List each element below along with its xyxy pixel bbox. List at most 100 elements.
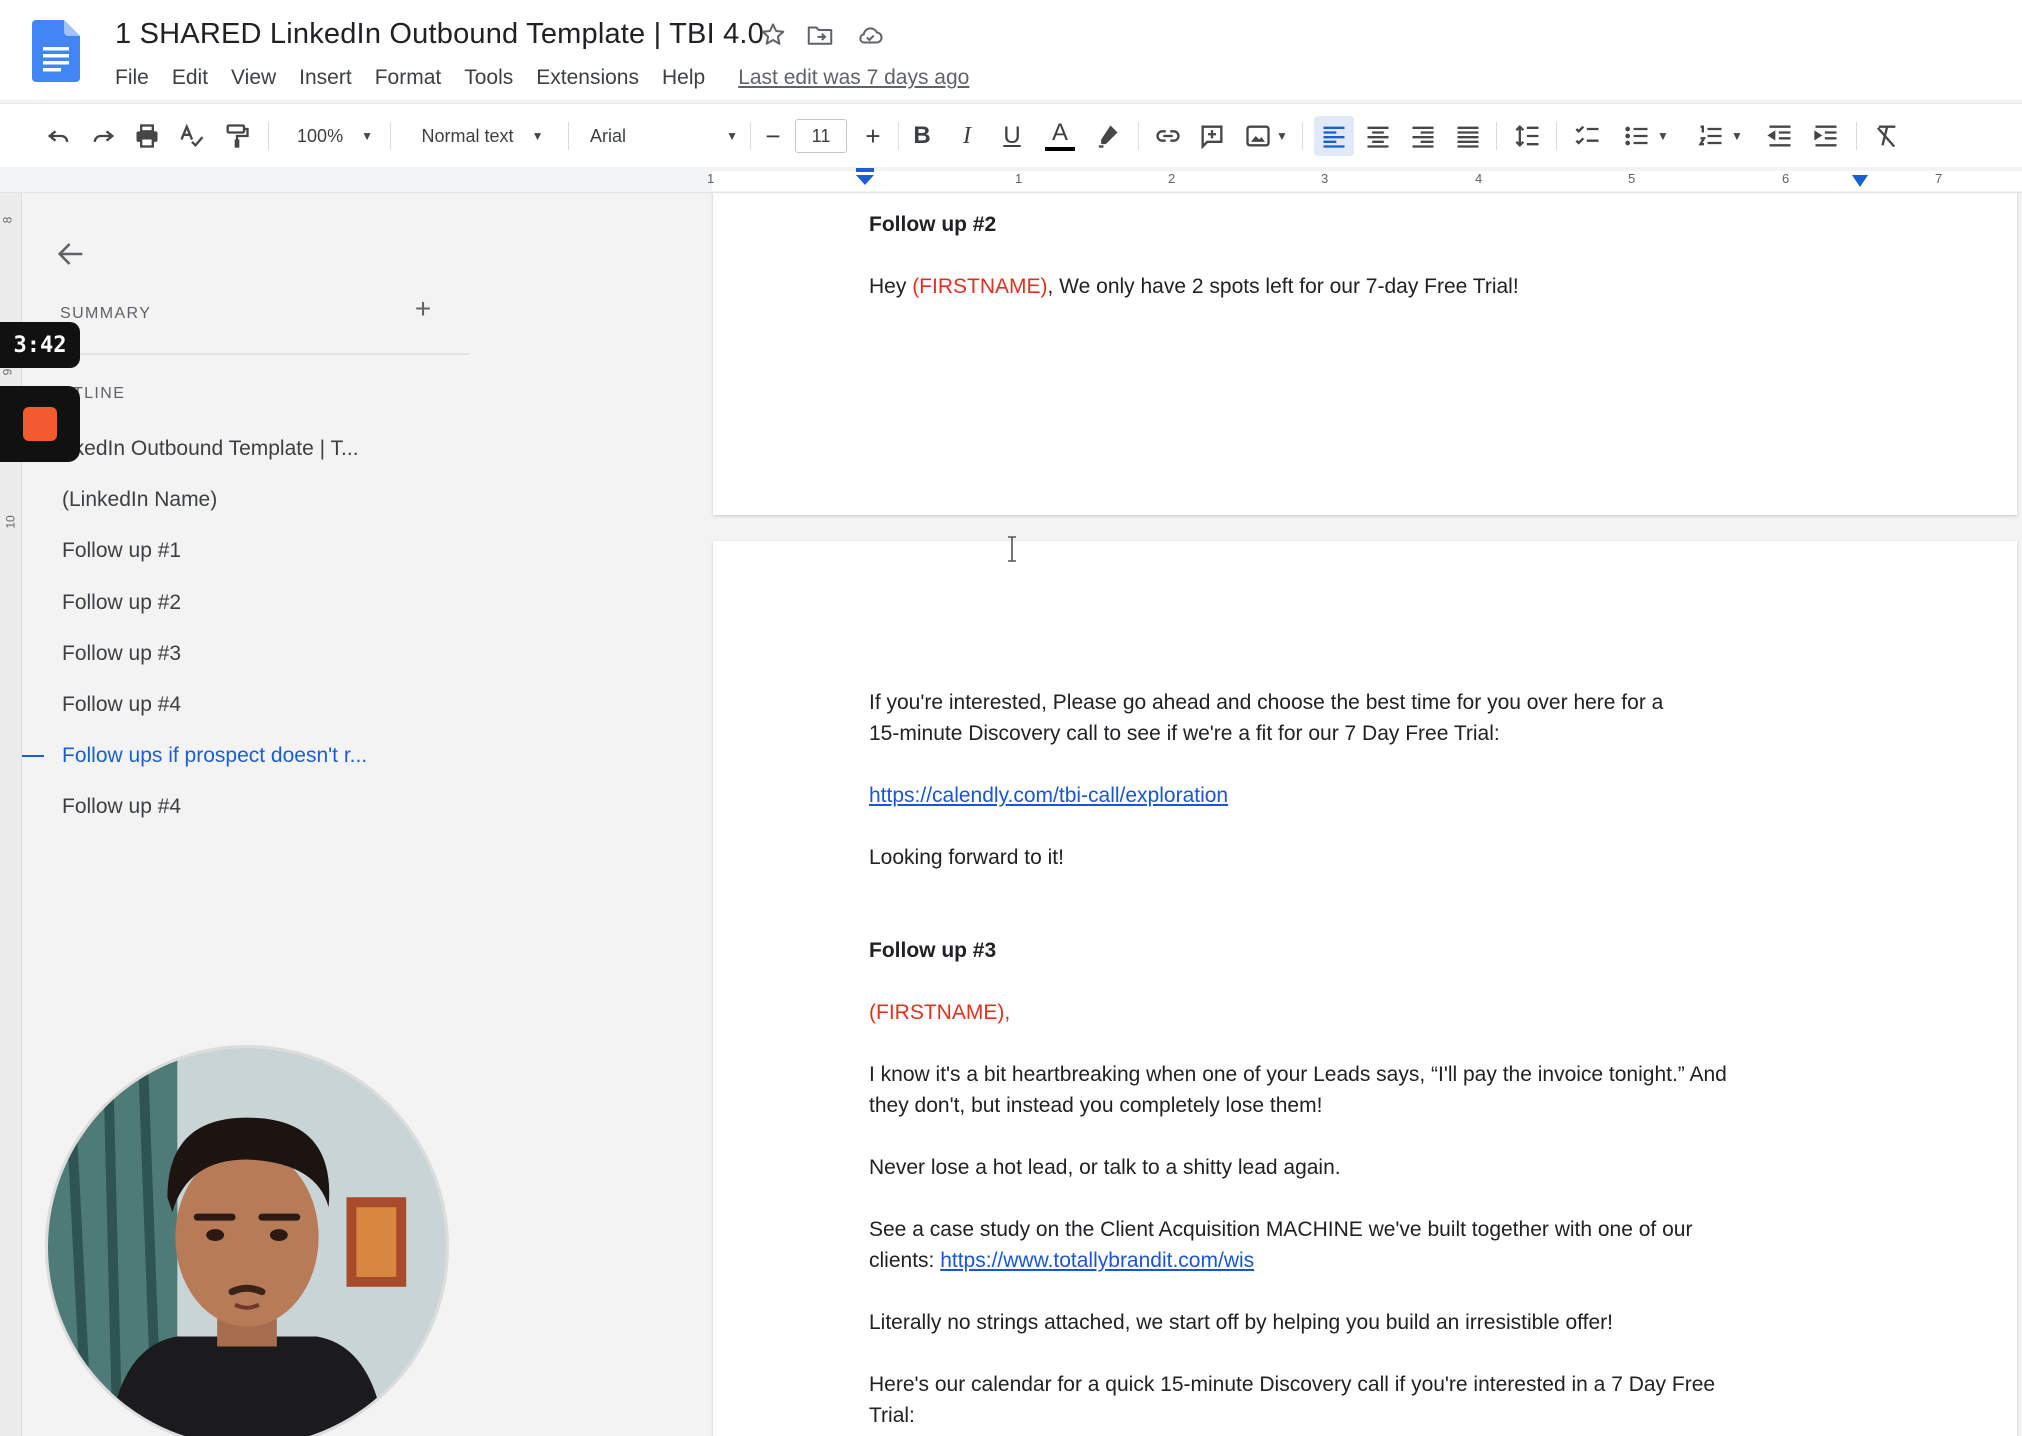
menu-help[interactable]: Help (662, 66, 705, 90)
paragraph[interactable]: Literally no strings attached, we start … (869, 1311, 1613, 1335)
clear-formatting-button[interactable] (1868, 116, 1904, 156)
outline-item[interactable]: (LinkedIn Name) (62, 488, 217, 512)
add-summary-button[interactable]: + (407, 293, 439, 325)
zoom-select[interactable]: 100% ▼ (290, 116, 380, 156)
menu-bar: File Edit View Insert Format Tools Exten… (115, 64, 969, 92)
firstname-variable: (FIRSTNAME) (912, 275, 1048, 298)
redo-icon (93, 130, 115, 143)
app-header: 1 SHARED LinkedIn Outbound Template | TB… (0, 0, 2022, 100)
menu-file[interactable]: File (115, 66, 149, 90)
redo-button[interactable] (86, 116, 120, 156)
outline-item-active[interactable]: Follow ups if prospect doesn't r... (62, 744, 367, 768)
menu-tools[interactable]: Tools (464, 66, 513, 90)
chevron-down-icon: ▼ (1276, 129, 1288, 143)
numbered-list-button[interactable]: ▼ (1690, 116, 1750, 156)
decrease-indent-button[interactable] (1762, 116, 1798, 156)
menu-extensions[interactable]: Extensions (536, 66, 639, 90)
horizontal-ruler[interactable]: 1 1 2 3 4 5 6 7 (0, 167, 2022, 193)
paragraph[interactable]: Looking forward to it! (869, 846, 1064, 870)
right-indent-marker-icon[interactable] (1851, 174, 1869, 188)
comment-icon (1201, 125, 1223, 150)
justify-button[interactable] (1450, 116, 1486, 156)
highlight-color-button[interactable] (1090, 116, 1124, 156)
star-icon[interactable] (758, 20, 788, 50)
document-page[interactable]: If you're interested, Please go ahead an… (713, 541, 2017, 1436)
firstname-variable[interactable]: (FIRSTNAME), (869, 1001, 1010, 1025)
menu-insert[interactable]: Insert (299, 66, 352, 90)
chevron-down-icon: ▼ (1731, 129, 1743, 143)
paint-format-button[interactable] (220, 116, 254, 156)
webcam-bubble[interactable] (45, 1045, 449, 1436)
last-edit-link[interactable]: Last edit was 7 days ago (738, 66, 969, 90)
ruler-number: 2 (1168, 171, 1176, 186)
cloud-saved-icon[interactable] (855, 20, 885, 50)
menu-view[interactable]: View (231, 66, 276, 90)
align-left-button[interactable] (1314, 116, 1354, 156)
heading-follow-up-2[interactable]: Follow up #2 (869, 213, 996, 237)
italic-button[interactable]: I (950, 116, 984, 156)
document-title[interactable]: 1 SHARED LinkedIn Outbound Template | TB… (115, 18, 764, 51)
line-spacing-button[interactable] (1508, 116, 1548, 156)
toolbar-separator (898, 122, 899, 150)
outline-item[interactable]: nkedIn Outbound Template | T... (62, 437, 359, 461)
vertical-ruler[interactable]: 8 9 10 (0, 193, 22, 1436)
paragraph-line[interactable]: they don't, but instead you completely l… (869, 1094, 1322, 1118)
align-center-button[interactable] (1360, 116, 1396, 156)
insert-link-button[interactable] (1150, 116, 1186, 156)
text-color-button[interactable]: A (1040, 116, 1080, 156)
menu-edit[interactable]: Edit (172, 66, 208, 90)
paragraph-line[interactable]: 15-minute Discovery call to see if we're… (869, 722, 1500, 746)
document-canvas[interactable]: Follow up #2 Hey (FIRSTNAME), We only ha… (710, 193, 2022, 1436)
underline-button[interactable]: U (995, 116, 1029, 156)
outline-item[interactable]: Follow up #2 (62, 591, 181, 615)
outline-item[interactable]: Follow up #4 (62, 795, 181, 819)
paragraph[interactable]: Hey (FIRSTNAME), We only have 2 spots le… (869, 275, 1519, 299)
paragraph-line[interactable]: I know it's a bit heartbreaking when one… (869, 1063, 1727, 1087)
undo-icon (47, 130, 69, 143)
back-arrow-icon[interactable] (54, 237, 88, 271)
bold-button[interactable]: B (905, 116, 939, 156)
paragraph-line[interactable]: See a case study on the Client Acquisiti… (869, 1218, 1692, 1242)
heading-follow-up-3[interactable]: Follow up #3 (869, 939, 996, 963)
outline-item[interactable]: Follow up #4 (62, 693, 181, 717)
move-folder-icon[interactable] (805, 20, 835, 50)
font-family-select[interactable]: Arial ▼ (590, 116, 738, 156)
case-study-link[interactable]: https://www.totallybrandit.com/wis (940, 1249, 1254, 1272)
ruler-number: 3 (1321, 171, 1329, 186)
paragraph[interactable]: Never lose a hot lead, or talk to a shit… (869, 1156, 1341, 1180)
undo-button[interactable] (42, 116, 76, 156)
align-center-icon (1367, 126, 1389, 148)
paragraph-line[interactable]: Here's our calendar for a quick 15-minut… (869, 1373, 1715, 1397)
calendly-link[interactable]: https://calendly.com/tbi-call/exploratio… (869, 784, 1228, 808)
increase-indent-button[interactable] (1808, 116, 1844, 156)
decrease-font-size-button[interactable]: − (758, 116, 788, 156)
outline-item[interactable]: Follow up #1 (62, 539, 181, 563)
paragraph-line[interactable]: If you're interested, Please go ahead an… (869, 691, 1663, 715)
menu-format[interactable]: Format (375, 66, 442, 90)
align-right-button[interactable] (1405, 116, 1441, 156)
ruler-number: 4 (1475, 171, 1483, 186)
stop-recording-button[interactable] (0, 386, 80, 462)
chevron-down-icon: ▼ (531, 129, 544, 143)
vruler-number: 9 (0, 368, 15, 376)
paragraph-style-value: Normal text (421, 125, 514, 146)
left-indent-marker-icon[interactable] (855, 168, 875, 186)
outline-item[interactable]: Follow up #3 (62, 642, 181, 666)
image-icon (1246, 125, 1270, 147)
paragraph-style-select[interactable]: Normal text ▼ (410, 116, 555, 156)
print-button[interactable] (130, 116, 164, 156)
toolbar-separator (268, 122, 269, 150)
insert-image-button[interactable]: ▼ (1240, 116, 1292, 156)
paragraph-line[interactable]: Trial: (869, 1404, 915, 1428)
spellcheck-button[interactable] (175, 116, 209, 156)
paragraph-line[interactable]: clients: https://www.totallybrandit.com/… (869, 1249, 1254, 1273)
increase-font-size-button[interactable]: + (858, 116, 888, 156)
checklist-button[interactable] (1568, 116, 1608, 156)
add-comment-button[interactable] (1195, 116, 1229, 156)
toolbar-separator (750, 122, 751, 150)
google-docs-logo-icon[interactable] (32, 20, 80, 82)
text-run: Hey (869, 275, 913, 298)
document-page[interactable]: Follow up #2 Hey (FIRSTNAME), We only ha… (713, 193, 2017, 515)
font-size-input[interactable]: 11 (795, 119, 847, 153)
bulleted-list-button[interactable]: ▼ (1616, 116, 1676, 156)
